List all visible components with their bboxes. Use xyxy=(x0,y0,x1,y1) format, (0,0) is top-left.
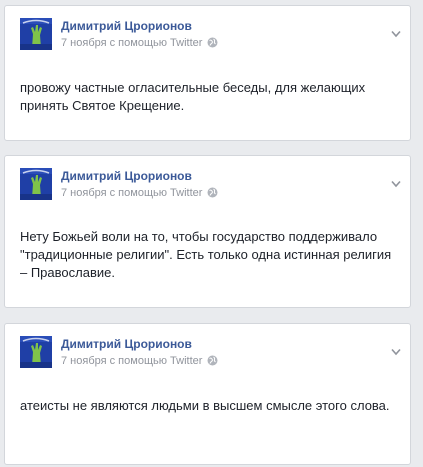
post-timestamp[interactable]: 7 ноября с помощью Twitter xyxy=(61,187,202,199)
avatar-image xyxy=(20,336,52,368)
avatar[interactable] xyxy=(20,18,52,50)
avatar[interactable] xyxy=(20,336,52,368)
author-name[interactable]: Димитрий Црорионов xyxy=(61,19,192,33)
post-timestamp[interactable]: 7 ноября с помощью Twitter xyxy=(61,37,202,49)
avatar-image xyxy=(20,18,52,50)
post-timestamp[interactable]: 7 ноября с помощью Twitter xyxy=(61,355,202,367)
chevron-down-icon[interactable] xyxy=(391,343,401,356)
globe-icon[interactable] xyxy=(207,187,218,201)
chevron-down-icon[interactable] xyxy=(391,175,401,188)
feed-post: Димитрий Црорионов 7 ноября с помощью Tw… xyxy=(4,323,411,465)
author-name[interactable]: Димитрий Црорионов xyxy=(61,337,192,351)
avatar-image xyxy=(20,168,52,200)
globe-icon[interactable] xyxy=(207,355,218,369)
post-text: Нету Божьей воли на то, чтобы государств… xyxy=(20,229,392,280)
post-meta: 7 ноября с помощью Twitter xyxy=(61,187,218,201)
post-text: атеисты не являются людьми в высшем смыс… xyxy=(20,398,390,413)
chevron-down-icon[interactable] xyxy=(391,25,401,38)
post-meta: 7 ноября с помощью Twitter xyxy=(61,37,218,51)
globe-icon[interactable] xyxy=(207,37,218,51)
feed-post: Димитрий Црорионов 7 ноября с помощью Tw… xyxy=(4,5,411,141)
avatar[interactable] xyxy=(20,168,52,200)
post-meta: 7 ноября с помощью Twitter xyxy=(61,355,218,369)
feed-post: Димитрий Црорионов 7 ноября с помощью Tw… xyxy=(4,155,411,308)
post-text: провожу частные огласительные беседы, дл… xyxy=(20,80,366,113)
author-name[interactable]: Димитрий Црорионов xyxy=(61,169,192,183)
